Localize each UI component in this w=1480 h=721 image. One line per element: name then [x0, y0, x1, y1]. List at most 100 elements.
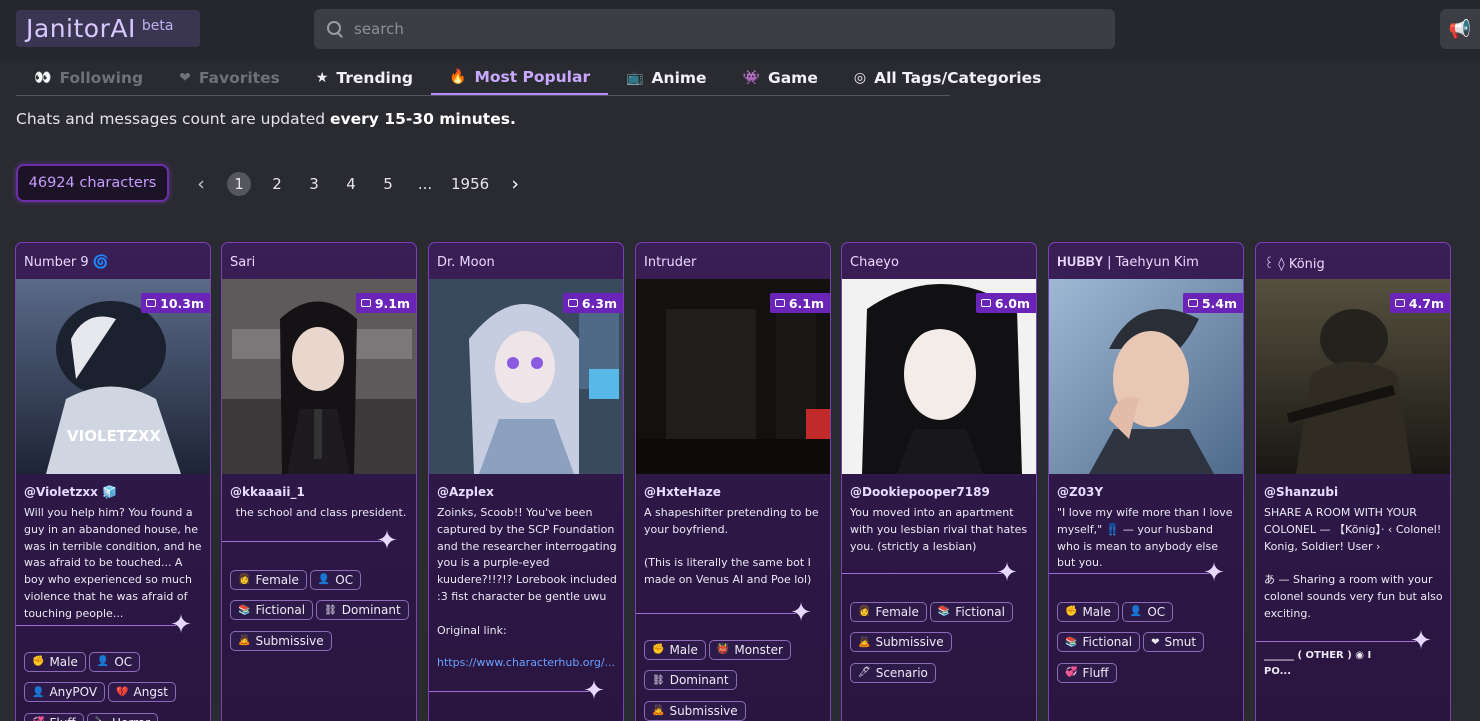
tag-fictional[interactable]: 📚 Fictional	[230, 600, 314, 620]
tag-anypov[interactable]: 👤 AnyPOV	[24, 682, 106, 702]
card-tags: ✊ Male 👤 OC 📚 Fictional ❤ Smut 💞 Fluff	[1057, 599, 1243, 691]
tag-label: Female	[255, 572, 299, 587]
page-5[interactable]: 5	[377, 175, 399, 193]
tab-anime[interactable]: 📺 Anime	[608, 60, 724, 95]
tab-game[interactable]: 👾 Game	[725, 60, 836, 95]
source-link[interactable]: https://www.characterhub.org/...	[437, 655, 619, 672]
page-1[interactable]: 1	[227, 172, 251, 196]
tag-male[interactable]: ✊ Male	[24, 651, 86, 672]
tag-oc[interactable]: 👤 OC	[88, 651, 141, 672]
tab-icon: 👾	[742, 69, 760, 86]
search-box[interactable]	[314, 9, 1115, 49]
tag-label: Scenario	[875, 665, 928, 680]
card-author-link[interactable]: @Violetzxx 🧊	[24, 485, 117, 499]
page-ellipsis[interactable]: ...	[414, 175, 436, 193]
card-divider	[222, 541, 382, 542]
tag-label: AnyPOV	[49, 685, 98, 699]
card-author-link[interactable]: @Azplex	[437, 485, 494, 499]
prev-page-button[interactable]: ‹	[190, 173, 212, 195]
tag-monster[interactable]: 👹 Monster	[708, 639, 791, 660]
tag-female[interactable]: 👩 Female	[850, 601, 927, 622]
card-description: You moved into an apartment with you les…	[850, 506, 1028, 553]
tab-label: Following	[59, 68, 144, 87]
tag-fictional[interactable]: 📚 Fictional	[929, 601, 1013, 622]
character-card[interactable]: Dr. Moon 6.3m @Azplex Zoinks, Scoob!! You'v…	[428, 242, 624, 721]
tag-dominant[interactable]: ⛓ Dominant	[316, 600, 409, 620]
tag-label: Fictional	[255, 603, 306, 617]
megaphone-icon[interactable]: 📢	[1440, 9, 1480, 49]
brand-name: JanitorAI	[26, 14, 136, 43]
tab-favorites[interactable]: ❤ Favorites	[161, 60, 298, 95]
brand-logo[interactable]: JanitorAI beta	[16, 10, 200, 47]
tag-label: Monster	[734, 642, 783, 657]
tag-icon: 👤	[32, 686, 45, 698]
sparkle-icon: ✦	[996, 558, 1018, 588]
card-description: SHARE A ROOM WITH YOUR COLONEL — 【König】…	[1264, 506, 1443, 620]
tag-horror[interactable]: 🔪 Horror	[86, 712, 159, 721]
next-page-button[interactable]: ›	[504, 173, 526, 195]
card-divider	[1049, 573, 1209, 574]
character-card[interactable]: Sari 9.1m @kkaaaii_1 the school and class p…	[221, 242, 417, 721]
card-name: Dr. Moon	[437, 255, 495, 270]
tag-smut[interactable]: ❤ Smut	[1143, 632, 1205, 652]
chat-bubble-icon	[980, 299, 991, 307]
search-input[interactable]	[354, 20, 1054, 38]
card-author-link[interactable]: @Shanzubi	[1264, 485, 1338, 499]
tag-scenario[interactable]: 🖊 Scenario	[850, 662, 936, 683]
card-author-link[interactable]: @Z03Y	[1057, 485, 1103, 499]
character-card[interactable]: Intruder 6.1m @HxteHaze A shapeshifter pret…	[635, 242, 831, 721]
tag-oc[interactable]: 👤 OC	[309, 569, 362, 590]
page-4[interactable]: 4	[340, 175, 362, 193]
page-2[interactable]: 2	[266, 175, 288, 193]
tab-most-popular[interactable]: 🔥 Most Popular	[431, 60, 609, 95]
character-card[interactable]: Chaeyo 6.0m @Dookiepooper7189 You moved int…	[841, 242, 1037, 721]
tag-submissive[interactable]: 🙇 Submissive	[850, 632, 952, 652]
tag-label: Fictional	[1082, 635, 1133, 649]
tab-trending[interactable]: ★ Trending	[298, 60, 431, 95]
card-author-link[interactable]: @HxteHaze	[644, 485, 721, 499]
tag-icon: 🖊	[858, 667, 871, 678]
tag-oc[interactable]: 👤 OC	[1121, 601, 1174, 622]
chat-bubble-icon	[1394, 299, 1405, 307]
chat-count-badge: 6.3m	[562, 293, 623, 313]
tag-fluff[interactable]: 💞 Fluff	[1057, 662, 1117, 683]
tag-label: Submissive	[875, 635, 944, 649]
sparkle-icon: ✦	[1203, 558, 1225, 588]
tag-label: OC	[1147, 604, 1166, 619]
page-3[interactable]: 3	[303, 175, 325, 193]
art-watermark: VIOLETZXX	[67, 427, 161, 445]
tab-icon: 📺	[626, 69, 644, 86]
card-author-link[interactable]: @kkaaaii_1	[230, 485, 305, 499]
tag-female[interactable]: 👩 Female	[230, 569, 307, 590]
pagination: ‹ 1 2 3 4 5... 1956 ›	[190, 170, 541, 198]
chat-count-value: 5.4m	[1201, 295, 1237, 311]
beta-badge: beta	[141, 17, 174, 34]
tag-icon: 📚	[238, 604, 251, 616]
tag-label: Dominant	[669, 673, 729, 687]
tag-submissive[interactable]: 🙇 Submissive	[230, 630, 332, 651]
character-card[interactable]: 𝐇𝐔𝐁𝐁𝐘 | Taehyun Kim 5.4m @Z03Y "I love my w…	[1048, 242, 1244, 721]
tag-submissive[interactable]: 🙇 Submissive	[644, 700, 746, 721]
chat-count-badge: 6.0m	[975, 293, 1036, 313]
tab-label: Trending	[336, 68, 413, 87]
tab-all-tags-categories[interactable]: ◎ All Tags/Categories	[836, 60, 1059, 95]
page-1956[interactable]: 1956	[451, 175, 489, 193]
tag-male[interactable]: ✊ Male	[1057, 601, 1119, 622]
tab-label: Favorites	[198, 68, 280, 87]
tag-fictional[interactable]: 📚 Fictional	[1057, 632, 1141, 652]
card-author-link[interactable]: @Dookiepooper7189	[850, 485, 990, 499]
tag-fluff[interactable]: 💞 Fluff	[24, 712, 84, 721]
sparkle-icon: ✦	[583, 676, 605, 706]
tag-icon: 💞	[1065, 667, 1078, 678]
card-divider	[1256, 641, 1416, 642]
tag-male[interactable]: ✊ Male	[644, 639, 706, 660]
tab-following[interactable]: 👀 Following	[16, 60, 161, 95]
tag-dominant[interactable]: ⛓ Dominant	[644, 670, 737, 690]
character-card[interactable]: ꒰ ◊ König 4.7m @Shanzubi SHARE A ROOM WITH …	[1255, 242, 1451, 721]
tag-label: Smut	[1164, 635, 1197, 649]
tag-angst[interactable]: 💔 Angst	[108, 682, 176, 702]
tag-label: Female	[875, 604, 919, 619]
chat-count-value: 10.3m	[160, 295, 204, 311]
chat-count-value: 6.3m	[581, 295, 617, 311]
character-card[interactable]: Number 9 🌀 VIOLETZXX 10.3m @Violetzxx 🧊 Will…	[15, 242, 211, 721]
